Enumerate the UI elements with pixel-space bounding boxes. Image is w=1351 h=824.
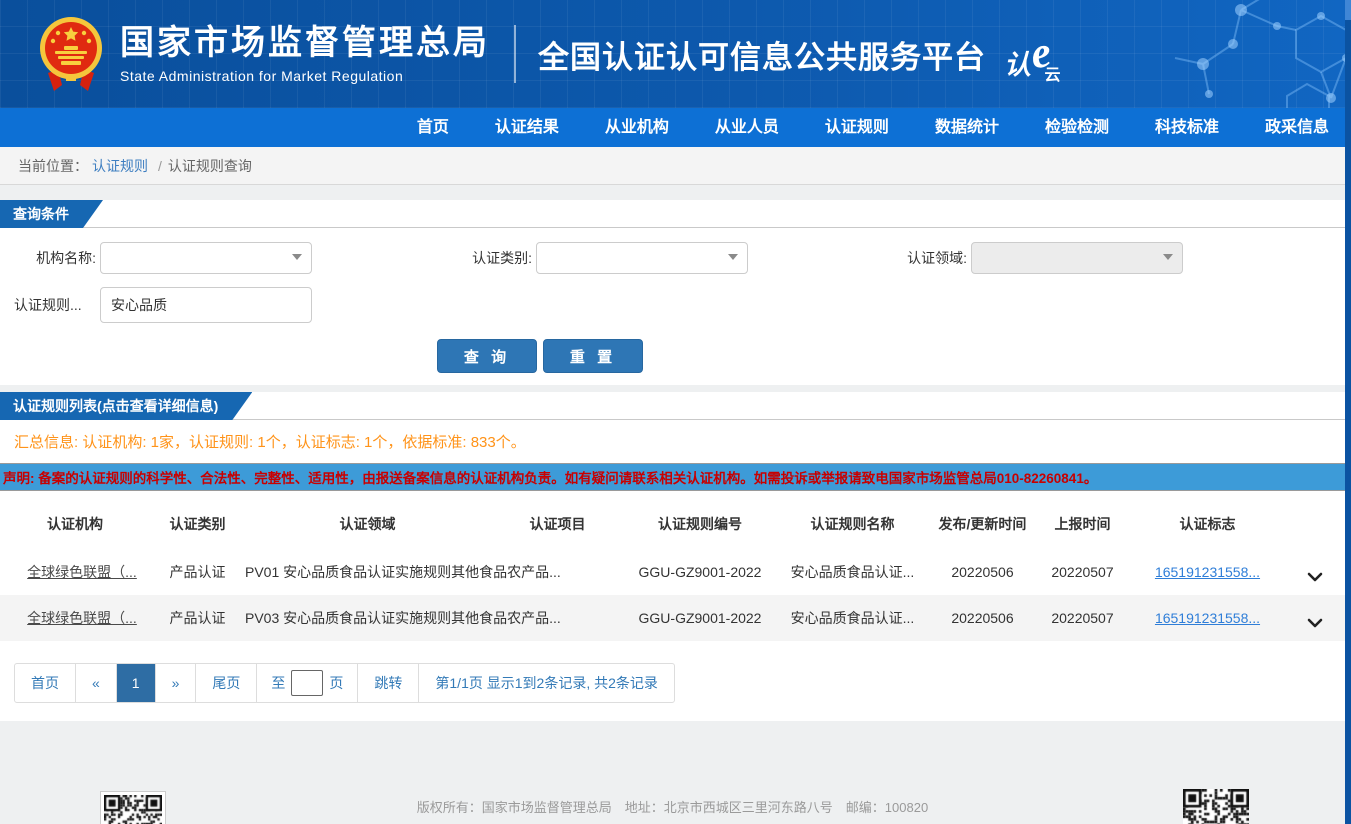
footer: 版权所有：国家市场监督管理总局 地址：北京市西城区三里河东路八号 邮编：1008… <box>0 765 1345 824</box>
goto-label-to: 至 <box>271 673 285 693</box>
query-conditions-tab: 查询条件 <box>0 200 103 228</box>
cell-rule-name: 安心品质食品认证... <box>775 549 930 595</box>
col-header-report-date: 上报时间 <box>1035 499 1130 549</box>
pagination-page-1[interactable]: 1 <box>117 664 156 702</box>
nav-item-statistics[interactable]: 数据统计 <box>935 108 999 147</box>
pagination-jump-button[interactable]: 跳转 <box>358 664 419 702</box>
mark-link[interactable]: 165191231558... <box>1155 610 1260 626</box>
col-header-mark: 认证标志 <box>1130 499 1285 549</box>
reset-button[interactable]: 重 置 <box>543 339 643 373</box>
chevron-down-icon[interactable] <box>1307 615 1323 631</box>
nav-item-procurement[interactable]: 政采信息 <box>1265 108 1329 147</box>
breadcrumb: 当前位置： 认证规则 / 认证规则查询 <box>0 147 1351 185</box>
chevron-down-icon <box>1163 254 1173 260</box>
nav-item-personnel[interactable]: 从业人员 <box>715 108 779 147</box>
header-divider <box>514 25 516 83</box>
renyun-logo: 认 e 云 <box>1004 33 1061 85</box>
cell-publish-date: 20220506 <box>930 549 1035 595</box>
cell-report-date: 20220507 <box>1035 549 1130 595</box>
rules-table: 认证机构 认证类别 认证领域 认证项目 认证规则编号 认证规则名称 发布/更新时… <box>0 499 1345 641</box>
main-nav: 首页 认证结果 从业机构 从业人员 认证规则 数据统计 检验检测 科技标准 政采… <box>0 108 1351 147</box>
nav-item-inspection[interactable]: 检验检测 <box>1045 108 1109 147</box>
col-header-org: 认证机构 <box>0 499 150 549</box>
scrollbar-thumb[interactable] <box>1345 0 1351 20</box>
cell-report-date: 20220507 <box>1035 595 1130 641</box>
goto-label-page: 页 <box>329 673 343 693</box>
cell-type: 产品认证 <box>150 595 245 641</box>
chevron-down-icon[interactable] <box>1307 569 1323 585</box>
summary-info: 汇总信息: 认证机构: 1家，认证规则: 1个，认证标志: 1个，依据标准: 8… <box>0 420 1351 463</box>
list-tab-strip: 认证规则列表(点击查看详细信息) <box>0 392 1351 420</box>
table-header-row: 认证机构 认证类别 认证领域 认证项目 认证规则编号 认证规则名称 发布/更新时… <box>0 499 1345 549</box>
pagination-info: 第1/1页 显示1到2条记录, 共2条记录 <box>419 664 674 702</box>
pagination-prev-button[interactable]: « <box>76 664 117 702</box>
renyun-logo-ren: 认 <box>1004 43 1031 82</box>
cell-publish-date: 20220506 <box>930 595 1035 641</box>
org-name-label: 机构名称: <box>0 248 100 268</box>
site-header: 国家市场监督管理总局 State Administration for Mark… <box>0 0 1351 108</box>
col-header-field: 认证领域 <box>245 499 490 549</box>
table-row[interactable]: 全球绿色联盟（... 产品认证 PV01 安心品质食品认证实施规则其他食品农产品… <box>0 549 1345 595</box>
cell-rule-no: GGU-GZ9001-2022 <box>625 595 775 641</box>
cell-rule-no: GGU-GZ9001-2022 <box>625 549 775 595</box>
col-header-rule-name: 认证规则名称 <box>775 499 930 549</box>
goto-page-input[interactable] <box>291 670 323 696</box>
query-section: 查询条件 机构名称: 认证类别: 认证领域: <box>0 200 1351 385</box>
nav-item-home[interactable]: 首页 <box>417 108 449 147</box>
rule-list-tab: 认证规则列表(点击查看详细信息) <box>0 392 252 420</box>
query-tab-strip: 查询条件 <box>0 200 1351 228</box>
page: 国家市场监督管理总局 State Administration for Mark… <box>0 0 1351 824</box>
cert-field-label: 认证领域: <box>895 248 971 268</box>
nav-item-tech-standards[interactable]: 科技标准 <box>1155 108 1219 147</box>
cell-field: PV03 安心品质食品认证实施规则其他食品农产品... <box>245 595 490 641</box>
statement-banner: 声明: 备案的认证规则的科学性、合法性、完整性、适用性，由报送备案信息的认证机构… <box>0 463 1351 491</box>
copyright-text: 版权所有：国家市场监督管理总局 地址：北京市西城区三里河东路八号 邮编：1008… <box>0 797 1345 816</box>
col-header-rule-no: 认证规则编号 <box>625 499 775 549</box>
pagination-next-button[interactable]: » <box>156 664 197 702</box>
nav-item-institutions[interactable]: 从业机构 <box>605 108 669 147</box>
col-header-publish-date: 发布/更新时间 <box>930 499 1035 549</box>
org-link[interactable]: 全球绿色联盟（... <box>27 610 137 626</box>
pagination-last-button[interactable]: 尾页 <box>196 664 257 702</box>
nav-item-cert-results[interactable]: 认证结果 <box>495 108 559 147</box>
rule-name-label: 认证规则... <box>0 295 100 315</box>
qr-code-right <box>1183 789 1249 824</box>
col-header-expand <box>1285 499 1345 549</box>
cert-type-select[interactable] <box>536 242 748 274</box>
chevron-down-icon <box>728 254 738 260</box>
query-form: 机构名称: 认证类别: 认证领域: 认证规则.. <box>0 228 1351 385</box>
platform-title: 全国认证认可信息公共服务平台 <box>538 32 986 77</box>
cell-type: 产品认证 <box>150 549 245 595</box>
agency-title-block: 国家市场监督管理总局 State Administration for Mark… <box>120 24 490 83</box>
qr-code-left <box>100 791 166 824</box>
cell-field: PV01 安心品质食品认证实施规则其他食品农产品... <box>245 549 490 595</box>
national-emblem-logo <box>38 15 104 93</box>
mark-link[interactable]: 165191231558... <box>1155 564 1260 580</box>
breadcrumb-label: 当前位置： <box>18 156 88 176</box>
breadcrumb-separator: / <box>158 158 162 174</box>
table-row[interactable]: 全球绿色联盟（... 产品认证 PV03 安心品质食品认证实施规则其他食品农产品… <box>0 595 1345 641</box>
search-button[interactable]: 查 询 <box>437 339 537 373</box>
org-name-select[interactable] <box>100 242 312 274</box>
chevron-down-icon <box>292 254 302 260</box>
agency-title-en: State Administration for Market Regulati… <box>120 68 490 84</box>
page-scrollbar[interactable] <box>1345 0 1351 824</box>
pagination: 首页 « 1 » 尾页 至 页 跳转 第1/1页 显示1到2条记录, 共2条记录 <box>14 663 675 703</box>
nav-item-cert-rules[interactable]: 认证规则 <box>825 108 889 147</box>
agency-title-cn: 国家市场监督管理总局 <box>120 24 490 63</box>
cert-field-select <box>971 242 1183 274</box>
breadcrumb-current: 认证规则查询 <box>168 156 252 176</box>
org-link[interactable]: 全球绿色联盟（... <box>27 564 137 580</box>
col-header-project: 认证项目 <box>490 499 625 549</box>
cell-rule-name: 安心品质食品认证... <box>775 595 930 641</box>
breadcrumb-section-link[interactable]: 认证规则 <box>92 156 148 176</box>
rule-list-section: 认证规则列表(点击查看详细信息) 汇总信息: 认证机构: 1家，认证规则: 1个… <box>0 392 1351 721</box>
col-header-type: 认证类别 <box>150 499 245 549</box>
cert-type-label: 认证类别: <box>460 248 536 268</box>
renyun-logo-e: e <box>1028 32 1053 74</box>
pagination-first-button[interactable]: 首页 <box>15 664 76 702</box>
rule-name-input[interactable] <box>100 287 312 323</box>
